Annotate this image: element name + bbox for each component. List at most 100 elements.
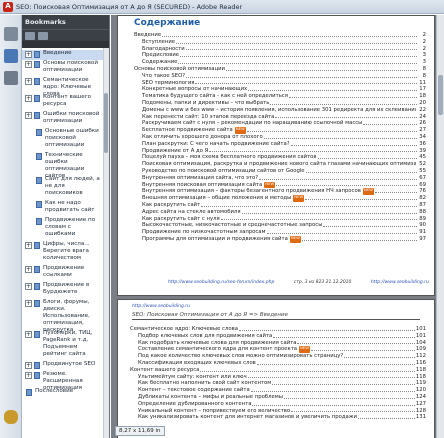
toc-entry[interactable]: Внутренняя оптимизация сайта, что это? 67 bbox=[134, 175, 426, 182]
bookmark-item[interactable]: + Пузомерки, ТИЦ, PageRank и т.д. Подъемн… bbox=[22, 330, 109, 361]
bookmark-item[interactable]: + Контент вашего ресурса bbox=[22, 94, 109, 111]
page-header-link[interactable]: http://www.seobuilding.ru bbox=[132, 304, 190, 309]
toc-entry[interactable]: Дубликаты контента – мифы и реальные про… bbox=[130, 394, 426, 401]
bookmark-item[interactable]: Основные ошибки поисковой оптимизации bbox=[22, 128, 109, 152]
toc-entry[interactable]: SEO терминология 11 bbox=[134, 80, 426, 87]
toc-entry[interactable]: Тематика будущего сайта - как с ней опре… bbox=[134, 93, 426, 100]
footer-link-right[interactable]: http://www.seobuilding.ru bbox=[371, 280, 429, 285]
expand-icon[interactable]: + bbox=[25, 61, 32, 68]
toc-entry-title: Как отличить хорошего донора от плохого bbox=[142, 133, 263, 140]
toc-entry[interactable]: Основы поисковой оптимизации 8 bbox=[134, 66, 426, 73]
toc-entry[interactable]: Конкретные вопросы от начинающих 17 bbox=[134, 86, 426, 93]
expand-icon[interactable]: + bbox=[25, 372, 32, 379]
toc-entry[interactable]: Руководство по поисковой оптимизации сай… bbox=[134, 168, 426, 175]
toc-entry[interactable]: Составление семантического ядра для конт… bbox=[130, 346, 426, 354]
bookmarks-icon[interactable] bbox=[4, 49, 18, 63]
bookmark-item[interactable]: + Цифры, числа... Берегите врага количест… bbox=[22, 241, 109, 265]
bookmark-item[interactable]: Сайт для людей, а не для поисковиков bbox=[22, 176, 109, 200]
bookmark-item[interactable]: + Блоги, форумы, двиски. Использование, о… bbox=[22, 299, 109, 333]
toc-entry[interactable]: Как отличить хорошего донора от плохого 3… bbox=[134, 134, 426, 141]
bookmark-item[interactable]: Технические ошибки оптимизации сайтов bbox=[22, 152, 109, 179]
toc-entry[interactable]: Поисковая оптимизация, раскрутка и продв… bbox=[134, 161, 426, 168]
bookmark-item[interactable]: Послесловие bbox=[22, 388, 109, 398]
window-title: SEO: Поисковая Оптимизация от А до Я (SE… bbox=[16, 2, 243, 11]
bookmark-item[interactable]: Продвижение по словам с ошибками bbox=[22, 217, 109, 241]
toc-entry[interactable]: Внешняя оптимизация – общие положения и … bbox=[134, 194, 426, 202]
bookmark-item[interactable]: + Резюме. Расширенная оптимизация bbox=[22, 371, 109, 391]
toc-entry[interactable]: Продвижение от А до Я 39 bbox=[134, 148, 426, 155]
expand-icon[interactable]: + bbox=[25, 112, 32, 119]
toc-entry[interactable]: Домены с www и без www – история появлен… bbox=[134, 107, 426, 114]
bookmark-item[interactable]: + Семантическое ядро: Ключевые слова bbox=[22, 77, 109, 97]
bookmark-item[interactable]: + Ошибки поисковой оптимизации bbox=[22, 111, 109, 128]
toc-entry[interactable]: Как перенести сайт: 10 этапов переезда с… bbox=[134, 114, 426, 121]
expand-icon[interactable]: + bbox=[25, 51, 32, 58]
expand-icon[interactable]: + bbox=[25, 95, 32, 102]
options-icon[interactable] bbox=[25, 31, 35, 40]
delete-bookmark-icon[interactable] bbox=[38, 31, 48, 40]
bookmarks-scrollbar[interactable] bbox=[103, 48, 109, 438]
toc-entry[interactable]: Как бесплатно наполнить свой сайт контен… bbox=[130, 380, 426, 387]
toc-entry[interactable]: Внутренняя оптимизация – факторы безаген… bbox=[134, 188, 426, 196]
bookmark-item[interactable]: + Продвинутое SEO bbox=[22, 361, 109, 371]
toc-entry[interactable]: Уникальный контент – попривествуем его в… bbox=[130, 408, 426, 415]
toc-entry[interactable]: Контент – текстовое содержание сайта 120 bbox=[130, 387, 426, 394]
toc-entry[interactable]: Семантическое ядро: Ключевые слова 101 bbox=[130, 326, 426, 333]
expand-icon[interactable]: + bbox=[25, 300, 32, 307]
toc-entry[interactable]: Под какое количество ключевых слов можно… bbox=[130, 353, 426, 360]
toc-entry[interactable]: Как уникализировать контент для интернет… bbox=[130, 414, 426, 421]
bookmark-item[interactable]: + Продвижение ссылками bbox=[22, 265, 109, 282]
toc-entry[interactable]: Программы для оптимизации и продвижения … bbox=[134, 235, 426, 243]
bookmarks-scroll-thumb[interactable] bbox=[104, 93, 108, 153]
toc-entry[interactable]: Продвижение по низкочастотным запросам 91 bbox=[134, 229, 426, 236]
toc-entry[interactable]: Как раскрутить сайт с нуля 89 bbox=[134, 216, 426, 223]
expand-icon[interactable]: + bbox=[25, 362, 32, 369]
expand-icon[interactable]: + bbox=[25, 242, 32, 249]
toc-entry[interactable]: Содержание 3 bbox=[134, 59, 426, 66]
toc-page-number: 39 bbox=[419, 147, 426, 154]
toc-entry[interactable]: Вступление 2 bbox=[134, 39, 426, 46]
document-scrollbar[interactable] bbox=[436, 15, 444, 438]
toc-entry[interactable]: Как подобрать ключевые слова для продвиж… bbox=[130, 340, 426, 347]
bookmark-label: Пузомерки, ТИЦ, PageRank и т.д. Подъемне… bbox=[43, 330, 93, 357]
bookmark-item[interactable]: Как не надо продвигать сайт bbox=[22, 200, 109, 217]
bookmark-item[interactable]: + Продвижение в Бурдюжете bbox=[22, 282, 109, 299]
toc-entry[interactable]: Предисловие 3 bbox=[134, 52, 426, 59]
document-area: Содержание Введение 2 Вступление 2 Благодарн… bbox=[111, 15, 444, 438]
attachments-icon[interactable] bbox=[4, 71, 18, 85]
toc-entry-title: Внутренняя оптимизация – факторы безаген… bbox=[142, 188, 361, 195]
expand-icon[interactable]: + bbox=[25, 266, 32, 273]
toc-entry[interactable]: Внутренняя поисковая оптимизация сайта NE… bbox=[134, 181, 426, 189]
toc-entry[interactable]: Определение дублированного контента 127 bbox=[130, 401, 426, 408]
expand-icon[interactable]: + bbox=[25, 78, 32, 85]
toc-entry[interactable]: Контент вашего ресурса 118 bbox=[130, 367, 426, 374]
expand-icon[interactable]: + bbox=[25, 331, 32, 338]
toc-entry[interactable]: Введение 2 bbox=[134, 32, 426, 39]
toc-entry[interactable]: Ультимейтум сайту: контент или ключ 118 bbox=[130, 374, 426, 381]
paperclip-icon[interactable] bbox=[4, 410, 18, 424]
footer-link-left[interactable]: http://www.seobuilding.ru/seo-forum/inde… bbox=[168, 280, 274, 285]
toc-entry[interactable]: Высокочастотные, низкочастотные и средне… bbox=[134, 222, 426, 229]
adobe-reader-icon[interactable]: A bbox=[3, 1, 13, 12]
toc-entry[interactable]: Как раскрутить сайт 87 bbox=[134, 202, 426, 209]
bookmark-item[interactable]: + Основы поисковой оптимизации bbox=[22, 60, 109, 77]
toc-entry[interactable]: Подбор ключевых слов для продвижения сай… bbox=[130, 333, 426, 340]
toc-entry[interactable]: Благодарности 2 bbox=[134, 46, 426, 53]
toc-entry[interactable]: Раскручиваем сайт с нуля – рекомендации … bbox=[134, 120, 426, 127]
toc-entry[interactable]: Что такое SEO? 8 bbox=[134, 73, 426, 80]
toc-entry[interactable]: Подомены, папки и директивы – что выбрат… bbox=[134, 100, 426, 107]
bookmark-label: Блоги, форумы, двиски. Использование, оп… bbox=[43, 299, 90, 333]
document-scroll-thumb[interactable] bbox=[438, 75, 443, 115]
toc-entry[interactable]: План раскрутки: С чего начать продвижени… bbox=[134, 141, 426, 148]
bookmark-item[interactable]: + Введение bbox=[22, 50, 109, 60]
toc-entry[interactable]: Адрес сайта на стекле автомобиля 88 bbox=[134, 209, 426, 216]
toc-dot-leader bbox=[275, 114, 417, 119]
toc-dot-leader bbox=[270, 100, 417, 105]
bookmarks-title: Bookmarks bbox=[25, 18, 66, 26]
toc-entry[interactable]: Поцелуй пауха – моя схема бесплатного пр… bbox=[134, 154, 426, 161]
page-header-title: SEO: Поисковая Оптимизация от А до Я => … bbox=[132, 312, 288, 318]
pages-thumbnails-icon[interactable] bbox=[4, 27, 18, 41]
expand-icon[interactable]: + bbox=[25, 283, 32, 290]
toc-entry[interactable]: Классификация входящих ключевых слов 116 bbox=[130, 360, 426, 367]
toc-entry[interactable]: Бесплатное продвижение сайта NEW 27 bbox=[134, 126, 426, 134]
